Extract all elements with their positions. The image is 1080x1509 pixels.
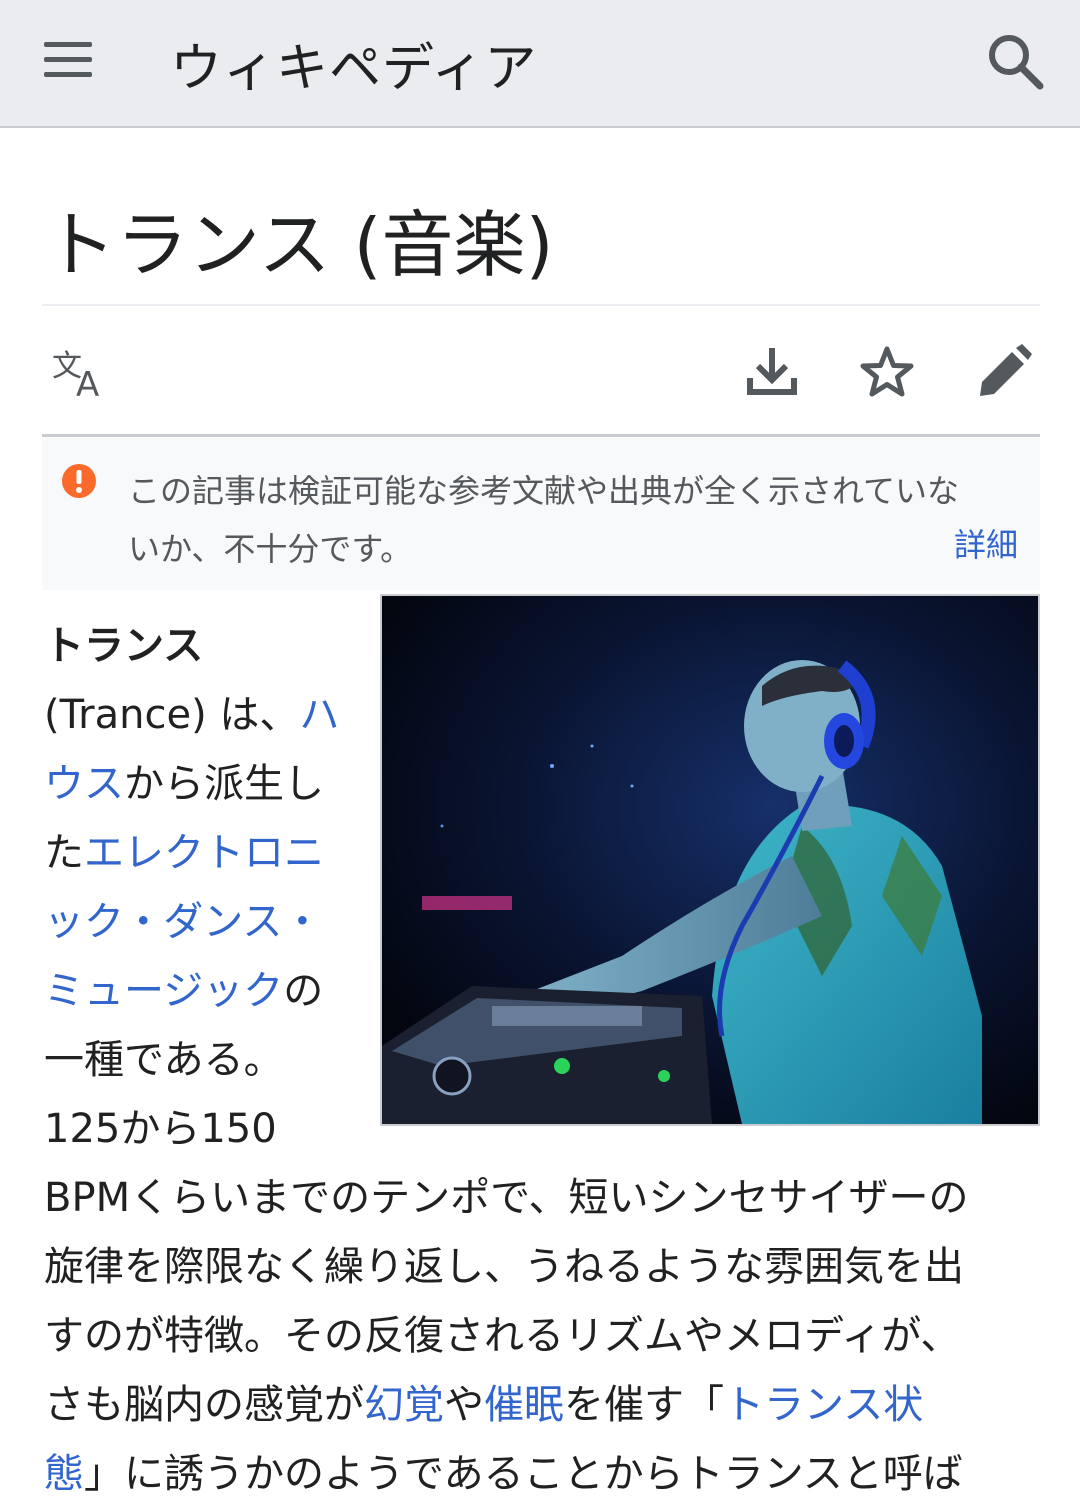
language-icon[interactable]: 文 A — [50, 346, 110, 405]
notice-text: この記事は検証可能な参考文献や出典が全く示されていな いか、不十分です。 — [128, 472, 960, 568]
actions-divider — [42, 434, 1040, 437]
hypnosis-link[interactable]: 催眠 — [484, 1382, 564, 1428]
lead-line: (Trance) は、ハ — [44, 692, 340, 738]
alert-icon — [62, 464, 96, 498]
lead-line: 一種である。 — [44, 1037, 284, 1083]
lead-paragraph-wide: BPMくらいまでのテンポで、短いシンセサイザーの 旋律を際限なく繰り返し、うねる… — [44, 1164, 1040, 1509]
edm-link[interactable]: ック・ダンス・ — [44, 899, 322, 945]
house-music-link[interactable]: ハ — [299, 692, 339, 738]
lead-line: ック・ダンス・ — [44, 888, 344, 957]
citation-notice[interactable]: この記事は検証可能な参考文献や出典が全く示されていな いか、不十分です。 詳細 — [42, 438, 1040, 590]
notice-details-link[interactable]: 詳細 — [954, 520, 1018, 566]
page-title: トランス (音楽) — [44, 203, 554, 287]
search-icon[interactable] — [984, 30, 1046, 92]
svg-text:A: A — [76, 365, 99, 402]
watch-star-icon[interactable] — [858, 344, 916, 402]
edm-link[interactable]: エレクトロニ — [84, 830, 324, 876]
lead-paragraph-narrow: トランス (Trance) は、ハ ウスから派生し たエレクトロニ ック・ダンス… — [44, 612, 344, 1164]
lead-line: たエレクトロニ — [44, 830, 324, 876]
lead-line: ウスから派生し — [44, 761, 324, 807]
lead-line: さも脳内の感覚が幻覚や催眠を催す「トランス状 — [44, 1382, 924, 1428]
edm-link[interactable]: ミュージック — [44, 968, 283, 1014]
download-icon[interactable] — [744, 344, 800, 400]
lead-line: ミュージックの — [44, 968, 324, 1014]
lead-line: 態」に誘うかのようであることからトランスと呼ば — [44, 1451, 963, 1497]
title-divider — [42, 304, 1040, 306]
trance-state-link[interactable]: 態 — [44, 1451, 84, 1497]
hamburger-menu-icon[interactable] — [44, 40, 94, 80]
lead-line: 125から150 — [44, 1106, 277, 1152]
hallucination-link[interactable]: 幻覚 — [364, 1382, 444, 1428]
header-bar: ウィキペディア — [0, 0, 1080, 128]
edit-pencil-icon[interactable] — [976, 344, 1032, 400]
lead-line: 旋律を際限なく繰り返し、うねるような雰囲気を出 — [44, 1244, 964, 1290]
lead-line: トランス — [44, 612, 344, 681]
bold-term: トランス — [44, 623, 204, 669]
lead-line: すのが特徴。その反復されるリズムやメロディが、 — [44, 1313, 961, 1359]
house-music-link[interactable]: ウス — [44, 761, 124, 807]
wikipedia-wordmark[interactable]: ウィキペディア — [170, 26, 537, 101]
lead-line: BPMくらいまでのテンポで、短いシンセサイザーの — [44, 1175, 969, 1221]
dj-photo-thumbnail[interactable] — [380, 594, 1040, 1126]
trance-state-link[interactable]: トランス状 — [724, 1382, 923, 1428]
